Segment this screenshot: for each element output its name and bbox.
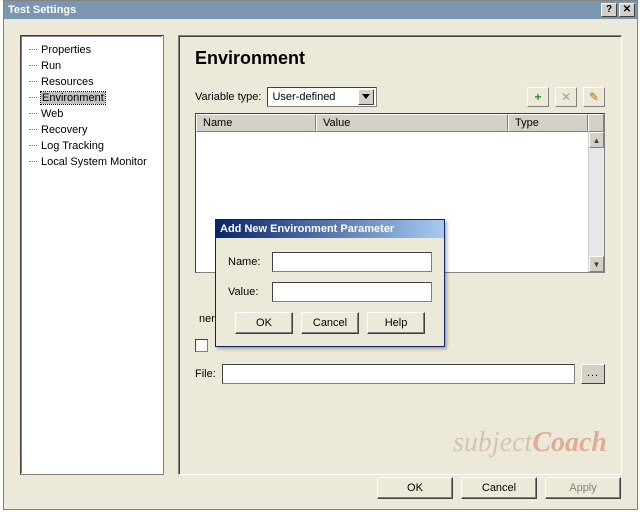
tree-item-environment[interactable]: Environment: [25, 90, 159, 106]
tree-item-log-tracking[interactable]: Log Tracking: [25, 138, 159, 154]
tree-item-properties[interactable]: Properties: [25, 42, 159, 58]
tree-item-web[interactable]: Web: [25, 106, 159, 122]
modal-value-input[interactable]: [272, 282, 432, 302]
dialog-button-row: OK Cancel Apply: [377, 477, 621, 499]
variable-type-label: Variable type:: [195, 91, 261, 103]
file-path-input[interactable]: [222, 364, 575, 384]
chevron-down-icon: [358, 89, 374, 105]
help-titlebar-button[interactable]: ?: [601, 3, 617, 17]
modal-help-button[interactable]: Help: [367, 312, 425, 334]
titlebar: Test Settings ? ✕: [4, 1, 637, 19]
column-header-value[interactable]: Value: [316, 114, 508, 132]
page-title: Environment: [195, 48, 605, 69]
test-settings-window: Test Settings ? ✕ Properties Run Resourc…: [3, 0, 638, 510]
modal-value-label: Value:: [228, 286, 272, 298]
modal-name-input[interactable]: [272, 252, 432, 272]
window-title: Test Settings: [8, 1, 76, 19]
category-tree: Properties Run Resources Environment Web…: [20, 35, 164, 475]
scroll-down-icon[interactable]: ▼: [589, 256, 604, 272]
add-env-parameter-dialog: Add New Environment Parameter Name: Valu…: [215, 219, 445, 347]
ok-button[interactable]: OK: [377, 477, 453, 499]
column-header-type[interactable]: Type: [508, 114, 588, 132]
variable-type-value: User-defined: [272, 91, 335, 103]
modal-name-label: Name:: [228, 256, 272, 268]
tree-item-local-system-monitor[interactable]: Local System Monitor: [25, 154, 159, 170]
modal-title: Add New Environment Parameter: [216, 220, 444, 238]
variable-type-dropdown[interactable]: User-defined: [267, 87, 377, 107]
delete-variable-button[interactable]: ✕: [555, 87, 577, 107]
content-area: Properties Run Resources Environment Web…: [4, 19, 637, 509]
close-titlebar-button[interactable]: ✕: [619, 3, 635, 17]
modal-cancel-button[interactable]: Cancel: [301, 312, 359, 334]
modal-ok-button[interactable]: OK: [235, 312, 293, 334]
tree-item-resources[interactable]: Resources: [25, 74, 159, 90]
cancel-button[interactable]: Cancel: [461, 477, 537, 499]
column-header-name[interactable]: Name: [196, 114, 316, 132]
scroll-up-icon[interactable]: ▲: [589, 132, 604, 148]
add-variable-button[interactable]: +: [527, 87, 549, 107]
browse-file-button[interactable]: ...: [581, 364, 605, 384]
column-header-scrollspace: [588, 114, 604, 132]
table-scrollbar[interactable]: ▲ ▼: [588, 132, 604, 272]
load-variables-checkbox[interactable]: [195, 339, 208, 352]
file-label: File:: [195, 368, 216, 380]
apply-button[interactable]: Apply: [545, 477, 621, 499]
edit-variable-button[interactable]: ✎: [583, 87, 605, 107]
tree-item-recovery[interactable]: Recovery: [25, 122, 159, 138]
tree-item-run[interactable]: Run: [25, 58, 159, 74]
